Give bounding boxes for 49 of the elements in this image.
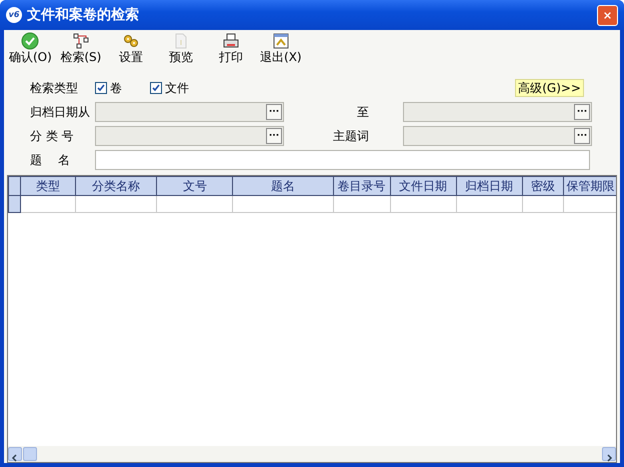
horizontal-scrollbar[interactable]	[8, 446, 616, 462]
table-cell	[333, 196, 390, 212]
column-header[interactable]: 密级	[522, 176, 564, 196]
table-cell	[522, 196, 564, 212]
column-header[interactable]: 归档日期	[456, 176, 522, 196]
field-label: 至	[357, 104, 369, 121]
field-label: 归档日期从	[29, 104, 91, 121]
toolbar-button[interactable]: 退出(X)	[256, 32, 305, 68]
column-header[interactable]: 保管期限	[563, 176, 616, 196]
picker-field[interactable]: ···	[95, 126, 284, 146]
scroll-right-button[interactable]	[602, 447, 616, 461]
input-field[interactable]	[95, 150, 590, 170]
field-label: 分 类 号	[29, 128, 75, 145]
field-label: 检索类型	[29, 80, 79, 97]
date-picker-field[interactable]: ···	[95, 102, 284, 122]
picker-field[interactable]: ···	[403, 126, 592, 146]
app-icon: v6	[6, 7, 22, 23]
scroll-left-button[interactable]	[8, 447, 22, 461]
grid-corner	[8, 176, 21, 196]
column-header[interactable]: 卷目录号	[333, 176, 390, 196]
field-label: 主题词	[333, 128, 369, 145]
column-header[interactable]: 类型	[20, 176, 76, 196]
table-cell	[20, 196, 76, 212]
check-icon	[97, 84, 105, 92]
column-header[interactable]: 题名	[232, 176, 333, 196]
scroll-thumb[interactable]	[23, 447, 37, 461]
column-header[interactable]: 文件日期	[390, 176, 456, 196]
row-selector[interactable]	[8, 196, 21, 212]
ellipsis-button[interactable]: ···	[266, 104, 282, 120]
close-button[interactable]	[597, 4, 618, 26]
table-cell	[456, 196, 522, 212]
toolbar-button[interactable]: 确认(O)	[6, 32, 55, 68]
toolbar-button[interactable]: 打印	[206, 32, 255, 68]
toolbar-button[interactable]: 设置	[106, 32, 155, 68]
advanced-button[interactable]: 高级(G)>>	[515, 79, 584, 97]
window-title: 文件和案卷的检索	[27, 6, 139, 24]
checkbox[interactable]: 文件	[150, 79, 189, 97]
ellipsis-button[interactable]: ···	[574, 104, 590, 120]
ellipsis-button[interactable]: ···	[266, 128, 282, 144]
date-picker-field[interactable]: ···	[403, 102, 592, 122]
check-icon	[152, 84, 160, 92]
table-cell	[390, 196, 456, 212]
close-icon	[604, 10, 611, 20]
field-label: 题 名	[29, 152, 71, 169]
column-header[interactable]: 分类名称	[76, 176, 157, 196]
checkbox[interactable]: 卷	[95, 79, 122, 97]
toolbar-button[interactable]: 检索(S)	[56, 32, 105, 68]
column-header[interactable]: 文号	[156, 176, 233, 196]
ellipsis-button[interactable]: ···	[574, 128, 590, 144]
